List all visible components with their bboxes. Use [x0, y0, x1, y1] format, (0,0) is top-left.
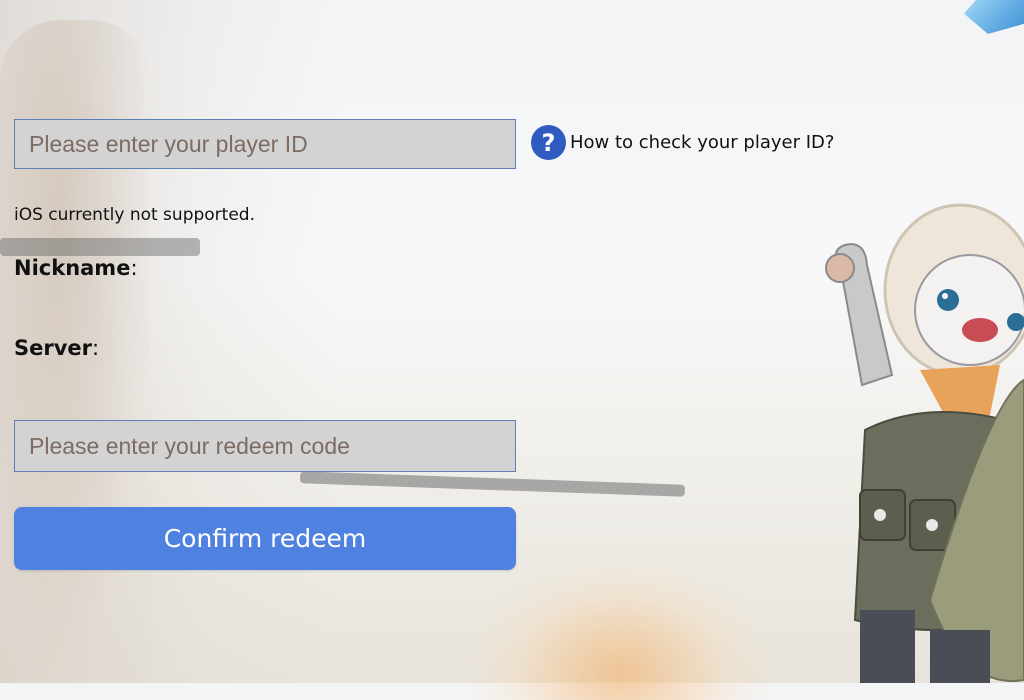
- background-sniper-rifle: [299, 471, 686, 497]
- question-circle-icon[interactable]: ?: [531, 125, 566, 160]
- label-colon: :: [92, 336, 100, 360]
- player-id-input[interactable]: [14, 119, 516, 169]
- background-rifle: [0, 238, 200, 256]
- label-colon: :: [130, 256, 138, 280]
- cat-mascot-illustration: [825, 203, 1024, 683]
- help-link[interactable]: ? How to check your player ID?: [531, 125, 834, 160]
- help-link-label[interactable]: How to check your player ID?: [570, 132, 834, 153]
- diamond-decoration: [964, 0, 1024, 34]
- ios-not-supported-note: iOS currently not supported.: [14, 205, 255, 225]
- redeem-code-input[interactable]: [14, 420, 516, 472]
- background-explosion: [470, 560, 770, 700]
- confirm-redeem-button[interactable]: Confirm redeem: [14, 507, 516, 570]
- server-label: Server: [14, 336, 93, 360]
- nickname-row: Nickname:: [14, 256, 138, 280]
- nickname-label: Nickname: [14, 256, 131, 280]
- server-row: Server:: [14, 336, 99, 360]
